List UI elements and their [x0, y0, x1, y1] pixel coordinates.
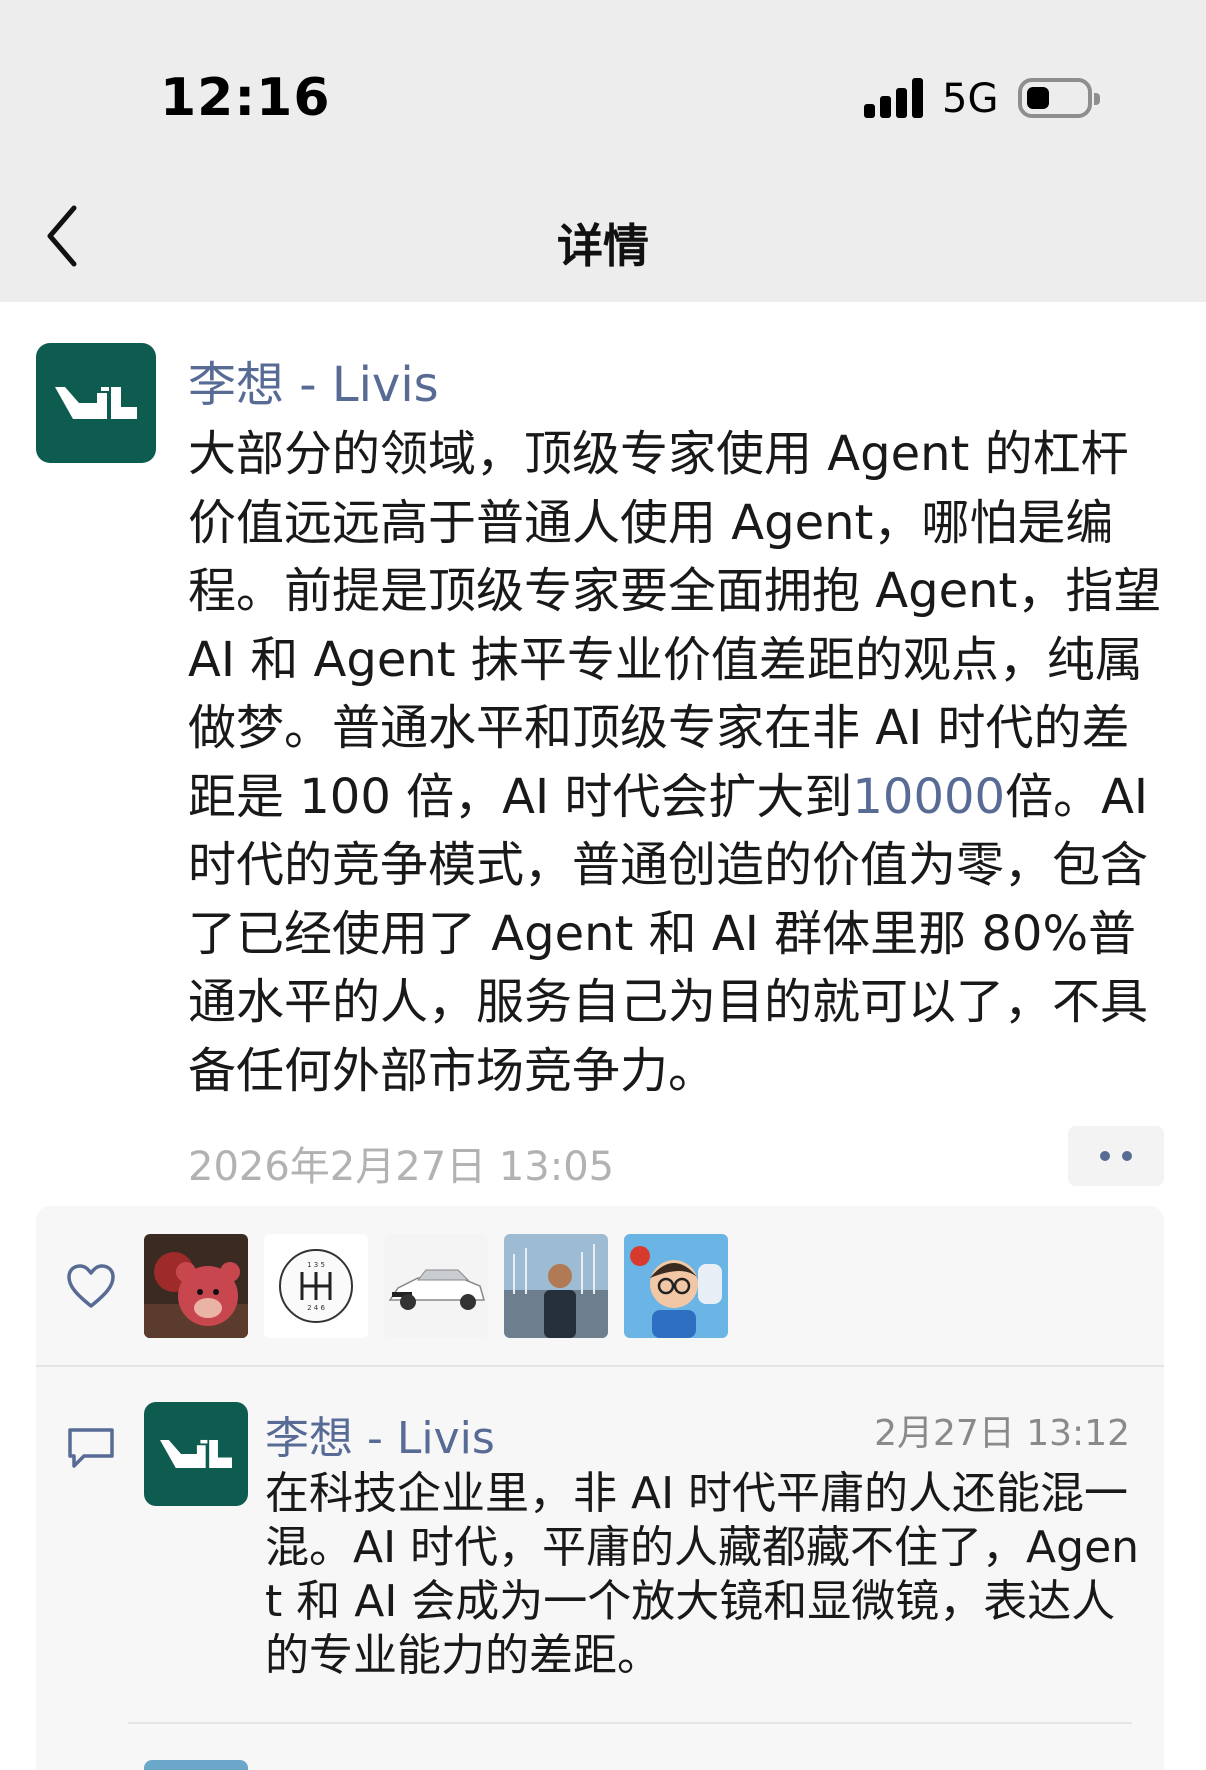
likes-list: 1 3 5 2 4 6 [144, 1234, 728, 1338]
status-time: 12:16 [160, 68, 331, 128]
more-options-button[interactable] [1068, 1126, 1164, 1186]
svg-text:1 3 5: 1 3 5 [307, 1261, 325, 1269]
page-title: 详情 [557, 219, 649, 273]
person-harbor-avatar[interactable] [504, 1234, 608, 1338]
li-auto-logo-icon [55, 387, 137, 419]
comment-icon [68, 1428, 114, 1468]
dot-icon [1122, 1151, 1132, 1161]
post-timestamp: 2026年2月27日 13:05 [188, 1144, 615, 1190]
comment-avatar[interactable] [144, 1402, 248, 1506]
divider [128, 1722, 1132, 1724]
highlight-number[interactable]: 10000 [852, 769, 1005, 825]
post-body: 大部分的领域，顶级专家使用 Agent 的杠杆价值远远高于普通人使用 Agent… [188, 420, 1173, 1105]
bear-avatar[interactable] [144, 1234, 248, 1338]
divider [36, 1365, 1164, 1367]
dot-icon [1100, 1151, 1110, 1161]
cartoon-boy-avatar[interactable] [624, 1234, 728, 1338]
status-bar: 12:16 5G [0, 0, 1206, 170]
car-avatar[interactable] [384, 1234, 488, 1338]
gear-shift-avatar[interactable]: 1 3 5 2 4 6 [264, 1234, 368, 1338]
cellular-signal-icon [864, 78, 926, 118]
battery-icon [1018, 78, 1100, 118]
comment-time: 2月27日 13:12 [874, 1413, 1130, 1454]
svg-text:2 4 6: 2 4 6 [307, 1304, 325, 1312]
next-comment-avatar[interactable] [144, 1760, 248, 1770]
comment-text: 在科技企业里，非 AI 时代平庸的人还能混一混。AI 时代，平庸的人藏都藏不住了… [265, 1468, 1140, 1681]
author-avatar[interactable] [36, 343, 156, 463]
network-type: 5G [942, 76, 999, 122]
post-author[interactable]: 李想 - Livis [188, 345, 439, 415]
li-auto-logo-icon [160, 1439, 232, 1469]
nav-bar: 详情 [0, 170, 1206, 302]
post-text-part: 大部分的领域，顶级专家使用 Agent 的杠杆价值远远高于普通人使用 Agent… [188, 426, 1162, 825]
heart-icon [67, 1264, 115, 1308]
comment-author[interactable]: 李想 - Livis [265, 1402, 495, 1466]
